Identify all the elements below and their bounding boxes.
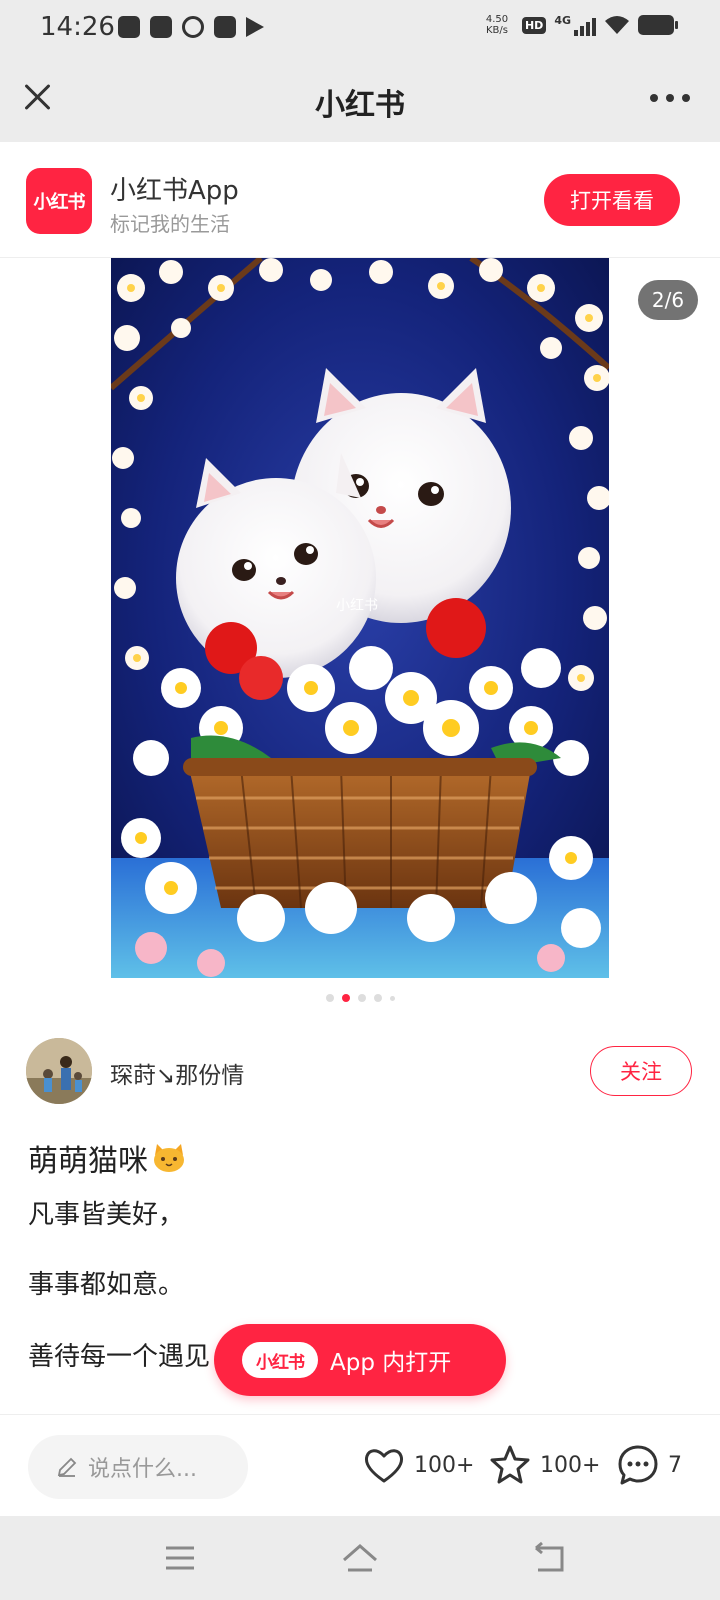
app-slogan: 标记我的生活 bbox=[110, 212, 230, 236]
hd-icon: HD bbox=[521, 16, 547, 34]
network-speed: 4.50 KB/s bbox=[485, 14, 509, 36]
like-count: 100+ bbox=[414, 1452, 475, 1478]
cell-signal-icon: 4G bbox=[554, 14, 596, 36]
indicator-dot bbox=[325, 994, 334, 1002]
status-bar: 14:26 4.50 KB/s HD 4G bbox=[0, 0, 720, 56]
note-image[interactable]: 小红书 bbox=[111, 258, 609, 978]
comment-input[interactable]: 说点什么... bbox=[28, 1435, 248, 1499]
app-logo-small: 小红书 bbox=[242, 1342, 318, 1378]
clipboard-icon bbox=[118, 16, 140, 38]
play-store-icon bbox=[246, 17, 264, 37]
note-title: 萌萌猫咪 bbox=[28, 1136, 186, 1180]
home-icon[interactable] bbox=[340, 1540, 380, 1576]
battery-icon bbox=[638, 15, 678, 35]
status-time: 14:26 bbox=[40, 12, 115, 42]
author-name[interactable]: 琛莳↘那份情 bbox=[110, 1056, 244, 1090]
open-in-app-button[interactable]: 小红书 App 内打开 bbox=[214, 1324, 506, 1396]
avatar[interactable] bbox=[26, 1038, 92, 1104]
link-icon bbox=[182, 16, 204, 38]
note-line: 善待每一个遇见 bbox=[28, 1342, 211, 1372]
author-row: 琛莳↘那份情 关注 bbox=[0, 1036, 720, 1106]
note-line: 事事都如意。 bbox=[28, 1270, 185, 1300]
back-icon[interactable] bbox=[530, 1540, 570, 1576]
recent-apps-icon[interactable] bbox=[160, 1540, 200, 1576]
message-icon bbox=[214, 16, 236, 38]
app-name: 小红书App bbox=[110, 176, 239, 206]
action-bar: 说点什么... 100+ 100+ 7 bbox=[0, 1414, 720, 1516]
indicator-dot-active bbox=[341, 994, 350, 1002]
open-app-button[interactable]: 打开看看 bbox=[544, 174, 680, 226]
indicator-dot bbox=[389, 995, 395, 1001]
more-options-button[interactable] bbox=[650, 90, 690, 106]
cat-emoji-icon bbox=[154, 1144, 184, 1172]
wifi-icon bbox=[605, 16, 629, 34]
notification-icons bbox=[118, 16, 264, 38]
comment-count: 7 bbox=[668, 1452, 682, 1478]
indicator-dot bbox=[357, 994, 366, 1002]
like-button[interactable]: 100+ bbox=[362, 1443, 474, 1487]
heart-icon bbox=[365, 1449, 403, 1483]
note-line: 凡事皆美好， bbox=[28, 1200, 185, 1230]
indicator-dot bbox=[373, 994, 382, 1002]
system-navigation-bar bbox=[0, 1516, 720, 1600]
star-icon bbox=[490, 1445, 530, 1484]
system-status: 4.50 KB/s HD 4G bbox=[480, 14, 678, 36]
comment-icon bbox=[618, 1445, 658, 1485]
follow-button[interactable]: 关注 bbox=[590, 1046, 692, 1096]
title-bar: 小红书 bbox=[0, 56, 720, 142]
page-title: 小红书 bbox=[315, 88, 405, 123]
open-in-app-label: App 内打开 bbox=[330, 1350, 452, 1376]
collect-count: 100+ bbox=[540, 1452, 601, 1478]
app-download-banner: 小红书 小红书App 标记我的生活 打开看看 bbox=[0, 142, 720, 258]
carousel-indicator bbox=[0, 994, 720, 1002]
comment-placeholder: 说点什么... bbox=[88, 1457, 197, 1482]
comment-button[interactable]: 7 bbox=[616, 1443, 682, 1487]
image-carousel[interactable]: 小红书 2/6 bbox=[0, 258, 720, 1016]
capcut-icon bbox=[150, 16, 172, 38]
app-logo: 小红书 bbox=[26, 168, 92, 234]
image-watermark: 小红书 bbox=[336, 597, 378, 613]
image-counter: 2/6 bbox=[638, 280, 698, 320]
collect-button[interactable]: 100+ bbox=[488, 1443, 600, 1487]
pencil-icon bbox=[57, 1457, 77, 1477]
